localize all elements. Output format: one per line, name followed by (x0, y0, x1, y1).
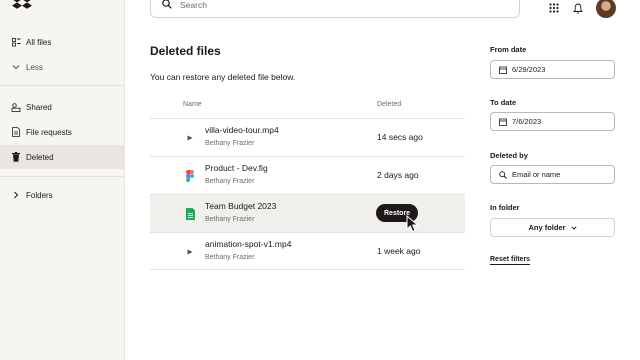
deleted-time: 14 secs ago (377, 132, 423, 142)
avatar[interactable] (596, 0, 616, 18)
app-grid-icon[interactable] (546, 0, 562, 16)
search-icon (162, 0, 172, 14)
shared-icon (11, 102, 21, 112)
table-row[interactable]: Team Budget 2023 Bethany Frazier Restore (150, 194, 465, 233)
from-date-field[interactable]: 6/29/2023 (490, 60, 615, 79)
file-owner: Bethany Frazier (205, 216, 255, 223)
sidebar-item-deleted[interactable]: Deleted (0, 145, 125, 169)
file-name: animation-spot-v1.mp4 (205, 239, 292, 249)
sidebar-divider (0, 176, 125, 177)
table-row[interactable]: Product - Dev.fig Bethany Frazier 2 days… (150, 156, 465, 194)
deleted-by-label: Deleted by (490, 151, 528, 160)
from-date-value: 6/29/2023 (512, 65, 546, 74)
bell-icon[interactable] (570, 0, 586, 16)
chevron-down-icon (11, 62, 21, 72)
sidebar-item-shared[interactable]: Shared (0, 95, 125, 119)
file-name: Product - Dev.fig (205, 163, 268, 173)
sidebar-item-file-requests[interactable]: File requests (0, 120, 125, 144)
spreadsheet-file-icon (184, 207, 196, 221)
chevron-right-icon (11, 190, 21, 200)
file-owner: Bethany Frazier (205, 178, 255, 185)
sidebar-item-all-files[interactable]: All files (0, 30, 125, 54)
table-row[interactable]: animation-spot-v1.mp4 Bethany Frazier 1 … (150, 232, 465, 270)
sidebar-item-less[interactable]: Less (0, 55, 125, 79)
dropbox-logo-icon[interactable] (12, 0, 32, 17)
deleted-by-field[interactable]: Email or name (490, 165, 615, 184)
chevron-down-icon (570, 225, 577, 230)
page-subtitle: You can restore any deleted file below. (150, 72, 296, 82)
calendar-icon (499, 66, 507, 74)
trash-icon (11, 152, 21, 162)
figma-file-icon (184, 169, 196, 183)
sidebar-item-label: Deleted (26, 152, 54, 162)
file-owner: Bethany Frazier (205, 254, 255, 261)
sidebar-item-label: Less (26, 62, 43, 72)
to-date-value: 7/6/2023 (512, 117, 542, 126)
search-icon (499, 170, 507, 179)
in-folder-label: In folder (490, 203, 520, 212)
sidebar-item-folders[interactable]: Folders (0, 183, 125, 207)
all-files-icon (11, 37, 21, 47)
file-request-icon (11, 127, 21, 137)
deleted-time: 1 week ago (377, 246, 421, 256)
deleted-by-placeholder: Email or name (512, 170, 561, 179)
file-owner: Bethany Frazier (205, 140, 255, 147)
sidebar-item-label: All files (26, 37, 52, 47)
to-date-label: To date (490, 98, 517, 107)
table-row[interactable]: villa-video-tour.mp4 Bethany Frazier 14 … (150, 118, 465, 156)
folder-dropdown-value: Any folder (528, 223, 566, 232)
video-file-icon (184, 131, 196, 145)
sidebar-item-label: File requests (26, 127, 72, 137)
sidebar-divider (0, 85, 125, 86)
file-name: villa-video-tour.mp4 (205, 125, 279, 135)
sidebar-item-label: Folders (26, 190, 53, 200)
file-name: Team Budget 2023 (205, 201, 277, 211)
top-actions (546, 0, 616, 18)
to-date-field[interactable]: 7/6/2023 (490, 112, 615, 131)
reset-filters-link[interactable]: Reset filters (490, 256, 531, 265)
column-header-deleted[interactable]: Deleted (377, 101, 401, 108)
search-input[interactable]: Search (150, 0, 520, 18)
column-header-name[interactable]: Name (183, 101, 202, 108)
sidebar-item-label: Shared (26, 102, 52, 112)
sidebar: All files Less Shared File requests Dele… (0, 0, 125, 360)
page-title: Deleted files (150, 44, 221, 58)
from-date-label: From date (490, 45, 527, 54)
folder-dropdown[interactable]: Any folder (490, 218, 615, 237)
deleted-time: 2 days ago (377, 170, 419, 180)
calendar-icon (499, 118, 507, 126)
video-file-icon (184, 245, 196, 259)
search-placeholder: Search (180, 0, 207, 10)
